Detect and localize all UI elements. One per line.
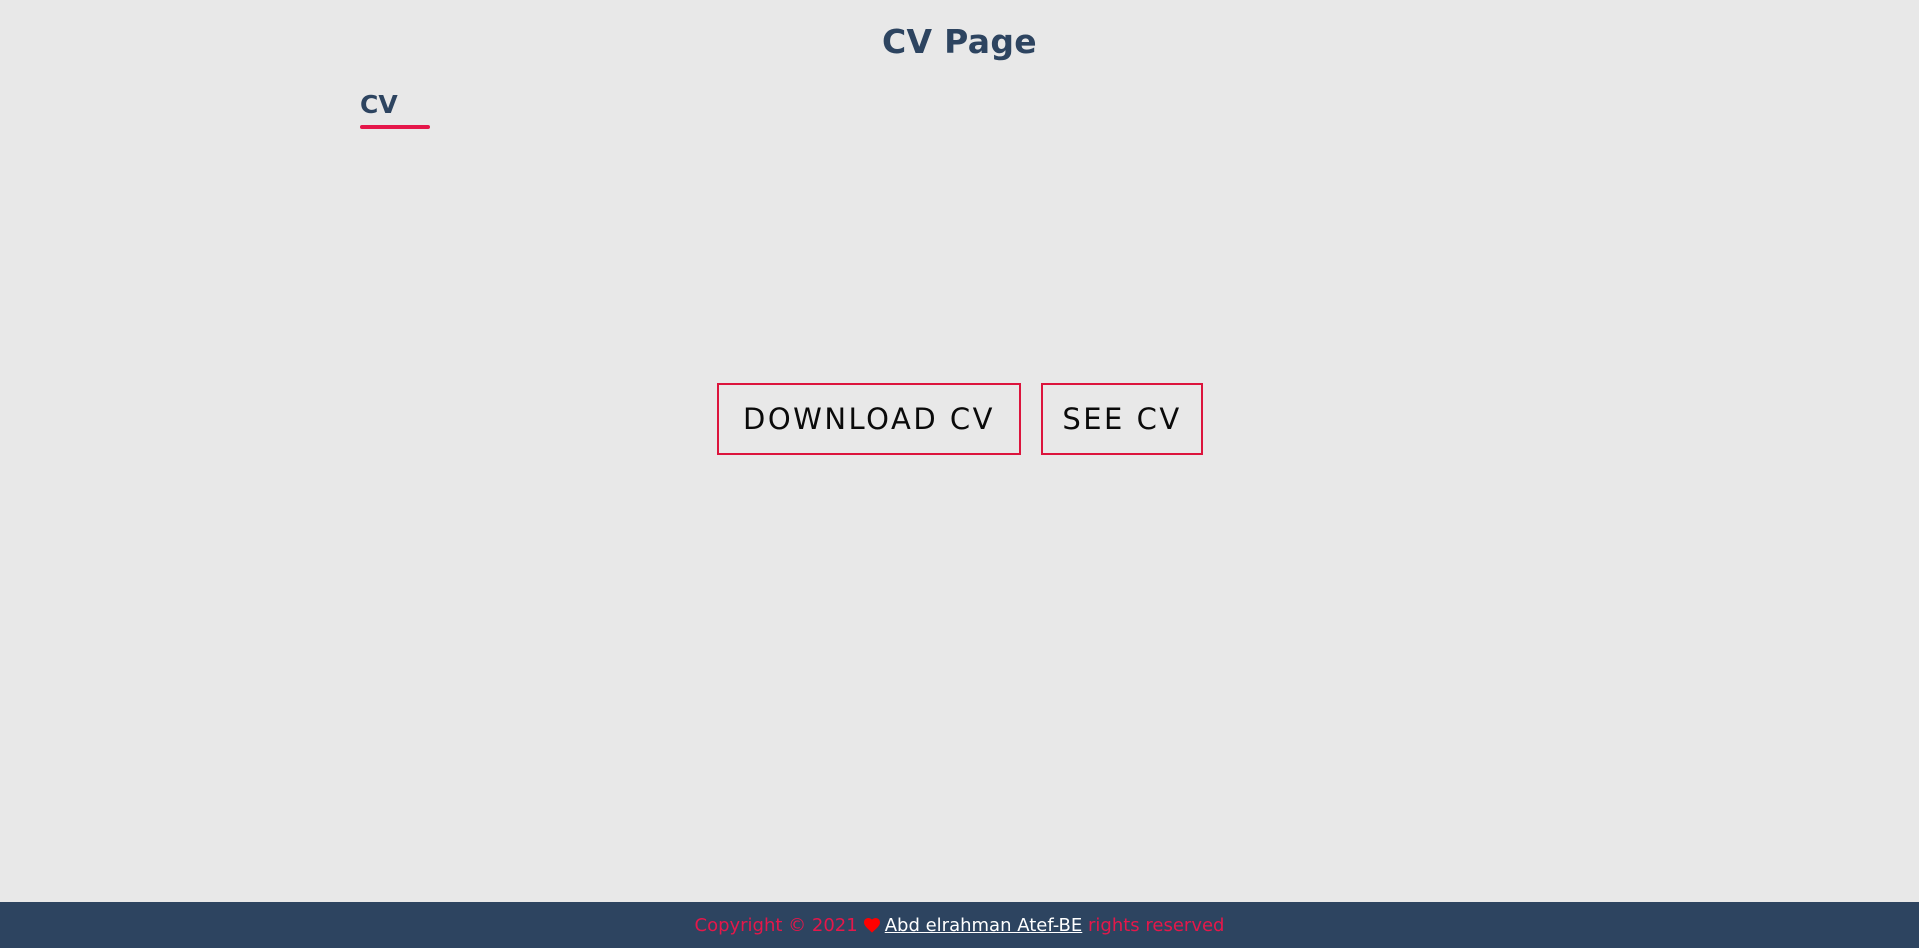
author-link[interactable]: Abd elrahman Atef-BE	[885, 915, 1083, 936]
footer: Copyright © 2021 Abd elrahman Atef-BE ri…	[0, 902, 1919, 948]
see-cv-button[interactable]: SEE CV	[1041, 383, 1203, 455]
heart-icon	[863, 917, 881, 933]
rights-reserved-text: rights reserved	[1082, 914, 1225, 936]
section-underline	[360, 125, 430, 129]
download-cv-button[interactable]: DOWNLOAD CV	[717, 383, 1021, 455]
copyright-text: Copyright © 2021	[694, 914, 858, 936]
page-title: CV Page	[882, 22, 1037, 61]
section-heading-cv: CV	[360, 90, 398, 119]
